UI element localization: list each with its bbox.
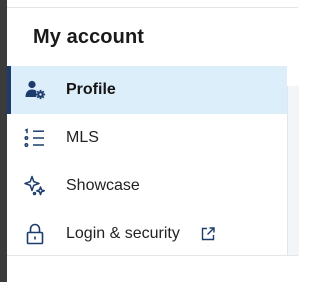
sidebar-item-showcase[interactable]: Showcase [7, 162, 287, 210]
sidebar-item-login-security[interactable]: Login & security [7, 210, 287, 258]
content-panel-edge [287, 86, 299, 256]
sidebar-item-profile[interactable]: Profile [7, 66, 287, 114]
sparkle-icon [24, 175, 46, 196]
page-title: My account [33, 26, 145, 48]
user-gear-icon [25, 80, 46, 100]
sidebar-item-label: MLS [66, 129, 99, 146]
account-side-menu: Profile MLS Showcase Login & security [7, 66, 287, 258]
sidebar-item-label: Showcase [66, 177, 140, 194]
sidebar-item-label: Login & security [66, 225, 180, 242]
top-divider [7, 7, 298, 8]
sidebar-item-mls[interactable]: MLS [7, 114, 287, 162]
sidebar-item-label: Profile [66, 81, 116, 98]
lock-icon [26, 223, 44, 245]
list-icon [24, 128, 44, 147]
external-link-icon [201, 227, 215, 241]
account-menu-page: My account Profile MLS Showcase Login & … [0, 0, 299, 282]
left-edge-divider [0, 0, 7, 282]
